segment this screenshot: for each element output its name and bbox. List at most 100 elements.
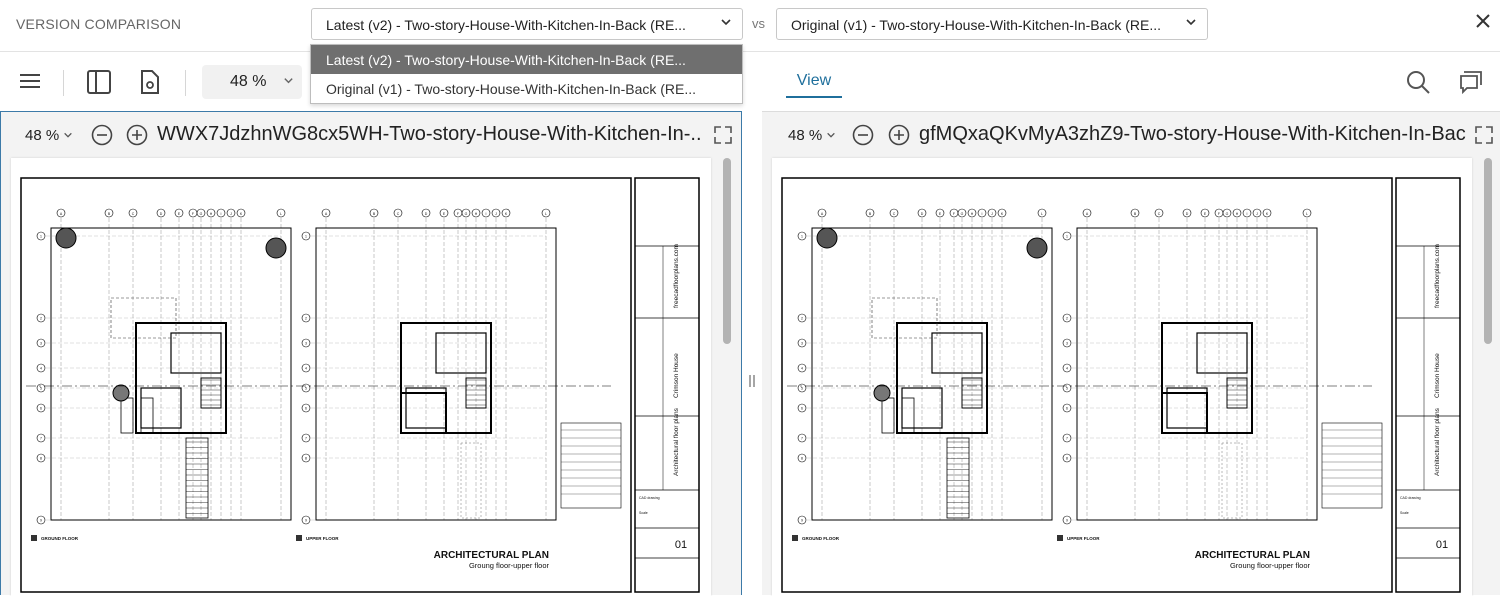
left-floor-plan-drawing: freecadfloorplans.com Crimson House Archit… <box>20 177 700 593</box>
panel-icon[interactable] <box>86 69 112 95</box>
left-panel-header: 48 % WWX7JdzhnWG8cx5WH-Two-story-House-W… <box>1 112 741 158</box>
zoom-select[interactable]: 48 % <box>202 65 302 99</box>
right-drawing-sheet[interactable]: freecadfloorplans.com Crimson House Archit… <box>772 158 1472 596</box>
title-block <box>634 177 700 593</box>
version-comparison-bar: VERSION COMPARISON Latest (v2) - Two-sto… <box>0 0 1500 52</box>
title-block <box>1395 177 1461 593</box>
close-icon[interactable] <box>1474 10 1492 36</box>
project-label: Crimson House <box>1434 353 1441 398</box>
chevron-down-icon <box>720 16 732 31</box>
grid-label: 8 <box>1066 457 1068 461</box>
grid-label: 7 <box>1066 437 1068 441</box>
grid-label: 8 <box>40 457 42 461</box>
terrace <box>400 392 447 434</box>
menu-icon[interactable] <box>18 69 44 95</box>
site-label: freecadfloorplans.com <box>673 244 680 308</box>
panel-divider[interactable] <box>742 111 762 595</box>
grid-label: 3 <box>1066 342 1068 346</box>
left-scrollbar[interactable] <box>723 158 731 344</box>
right-zoom-select[interactable]: 48 % <box>788 127 836 144</box>
right-scrollbar[interactable] <box>1484 158 1492 344</box>
grid-label: 8 <box>801 457 803 461</box>
sheet-number: 01 <box>1436 539 1448 551</box>
grid-label: 9 <box>1066 519 1068 523</box>
grid-label: 7 <box>305 437 307 441</box>
grid-label: 7 <box>801 437 803 441</box>
left-zoom-select[interactable]: 48 % <box>25 127 73 144</box>
car <box>881 397 895 434</box>
drawing-frame <box>20 177 632 593</box>
drawing-frame <box>781 177 1393 593</box>
toolbar-divider <box>63 70 64 96</box>
search-icon[interactable] <box>1405 69 1431 95</box>
grid-label: 5 <box>305 387 307 391</box>
zoom-in-icon[interactable] <box>888 124 910 146</box>
void-below <box>1221 442 1243 519</box>
grid-label: 7 <box>40 437 42 441</box>
floor-label-marker <box>31 535 37 541</box>
car <box>120 397 134 434</box>
tree <box>873 384 891 402</box>
floor-label-marker <box>296 535 302 541</box>
left-drawing-sheet[interactable]: freecadfloorplans.com Crimson House Archit… <box>11 158 711 596</box>
grid-label: 3 <box>40 342 42 346</box>
floor-label: GROUND FLOOR <box>802 536 840 541</box>
driveway-steps <box>185 437 209 519</box>
zoom-out-icon[interactable] <box>91 124 113 146</box>
grid-label: L <box>280 212 282 216</box>
right-version-label: Original (v1) - Two-story-House-With-Kit… <box>791 17 1162 33</box>
right-panel-header: 48 % gfMQxaQKvMyA3zhZ9-Two-story-House-W… <box>762 112 1500 158</box>
tree <box>1026 237 1048 259</box>
sheet-number: 01 <box>675 539 687 551</box>
expand-icon[interactable] <box>1474 125 1494 145</box>
grid-label: L <box>545 212 547 216</box>
left-version-label: Latest (v2) - Two-story-House-With-Kitch… <box>326 17 686 33</box>
grid-label: G <box>1226 212 1229 216</box>
left-file-name: WWX7JdzhnWG8cx5WH-Two-story-House-With-K… <box>157 123 702 145</box>
grid-label: J <box>495 212 497 216</box>
grid-label: I <box>486 212 487 216</box>
site-boundary <box>315 227 557 521</box>
chevron-down-icon <box>826 132 836 143</box>
scale-label: Scale <box>639 511 648 515</box>
expand-icon[interactable] <box>713 125 733 145</box>
grid-label: J <box>230 212 232 216</box>
grid-label: G <box>200 212 203 216</box>
grid-label: 2 <box>1066 317 1068 321</box>
grid-label: 6 <box>1066 407 1068 411</box>
grid-label: F <box>192 212 194 216</box>
grid-label: 1 <box>40 235 42 239</box>
left-version-select[interactable]: Latest (v2) - Two-story-House-With-Kitch… <box>311 8 743 40</box>
grid-label: G <box>465 212 468 216</box>
zoom-value: 48 % <box>230 73 267 90</box>
drag-handle-icon[interactable] <box>748 374 756 387</box>
grid-label: 9 <box>40 519 42 523</box>
zoom-in-icon[interactable] <box>126 124 148 146</box>
right-zoom-value: 48 % <box>788 127 823 144</box>
tree <box>265 237 287 259</box>
comment-icon[interactable] <box>1458 69 1484 95</box>
grid-label: 9 <box>305 519 307 523</box>
right-version-select[interactable]: Original (v1) - Two-story-House-With-Kit… <box>776 8 1208 40</box>
room <box>435 332 487 374</box>
zoom-out-icon[interactable] <box>852 124 874 146</box>
grid-label: L <box>1306 212 1308 216</box>
document-settings-icon[interactable] <box>139 69 165 95</box>
void-below <box>460 442 482 519</box>
dropdown-option-original[interactable]: Original (v1) - Two-story-House-With-Kit… <box>311 74 742 103</box>
sheet-subtitle: Groung floor-upper floor <box>469 561 550 570</box>
grid-label: 8 <box>305 457 307 461</box>
grid-label: 4 <box>801 367 803 371</box>
floor-label-marker <box>1057 535 1063 541</box>
site-boundary <box>50 227 292 521</box>
grid-label: 4 <box>1066 367 1068 371</box>
dropdown-option-latest[interactable]: Latest (v2) - Two-story-House-With-Kitch… <box>311 45 742 74</box>
grid-label: 6 <box>305 407 307 411</box>
site-boundary <box>1076 227 1318 521</box>
grid-label: 2 <box>40 317 42 321</box>
tab-view[interactable]: View <box>786 72 842 98</box>
area-table <box>1321 422 1383 509</box>
right-version-panel: 48 % gfMQxaQKvMyA3zhZ9-Two-story-House-W… <box>762 111 1500 596</box>
tree <box>112 384 130 402</box>
drawing-name-label: Architectural floor plans <box>673 407 680 476</box>
